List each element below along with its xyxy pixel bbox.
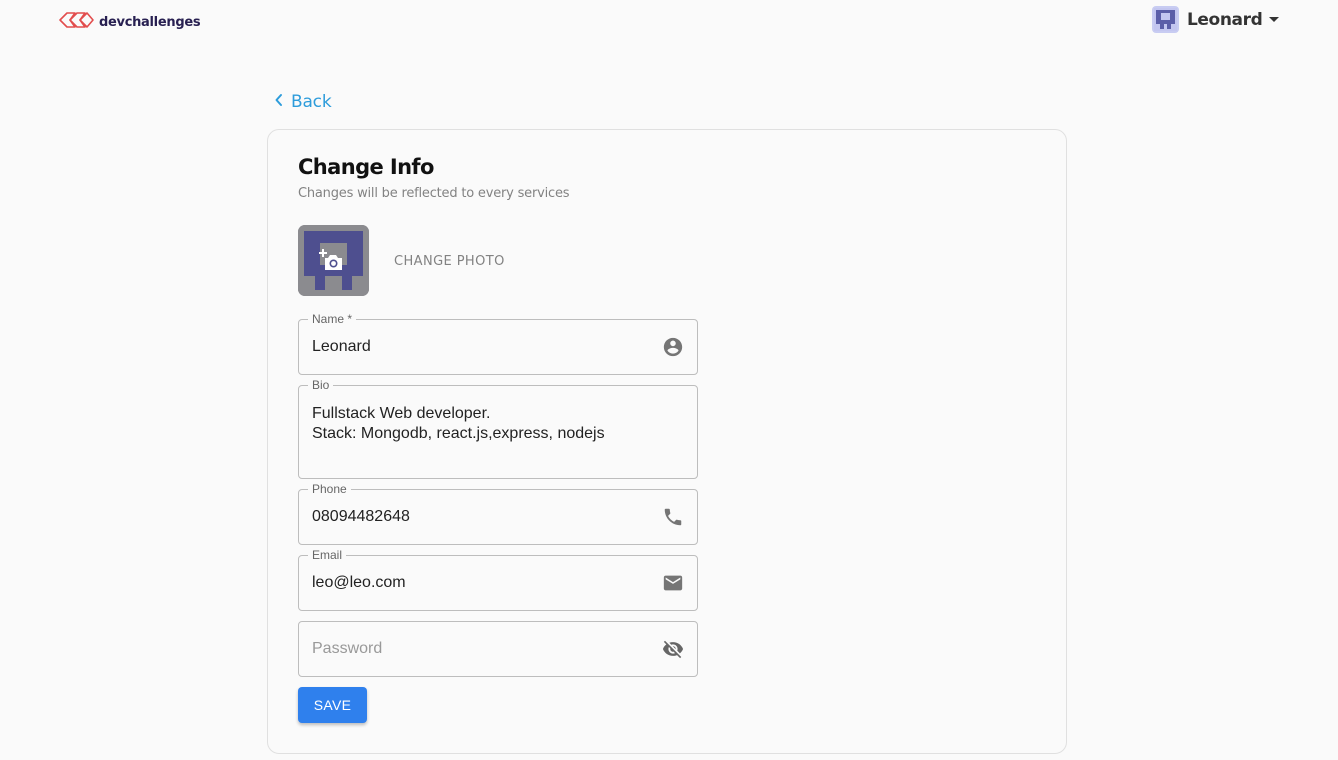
save-button[interactable]: SAVE [298, 687, 367, 723]
bio-label: Bio [308, 378, 334, 392]
devchallenges-logo-icon [58, 10, 96, 35]
top-bar: devchallenges Leonard [0, 0, 1338, 40]
bio-field[interactable]: Bio Fullstack Web developer. Stack: Mong… [298, 378, 698, 479]
profile-photo[interactable] [298, 225, 369, 296]
logo[interactable]: devchallenges [58, 10, 201, 35]
email-value[interactable]: leo@leo.com [312, 573, 406, 593]
bio-value[interactable]: Fullstack Web developer. Stack: Mongodb,… [312, 404, 605, 444]
change-info-card: Change Info Changes will be reflected to… [267, 129, 1067, 754]
phone-label: Phone [308, 482, 351, 496]
card-subtitle: Changes will be reflected to every servi… [298, 186, 570, 201]
user-menu[interactable]: Leonard [1152, 6, 1280, 33]
change-photo-button[interactable]: CHANGE PHOTO [394, 254, 505, 269]
phone-value[interactable]: 08094482648 [312, 507, 410, 527]
mail-icon [661, 571, 685, 595]
caret-down-icon [1269, 17, 1280, 22]
name-value[interactable]: Leonard [312, 337, 371, 357]
chevron-left-icon [274, 92, 284, 112]
card-title: Change Info [298, 155, 434, 179]
logo-text: devchallenges [99, 15, 201, 30]
visibility-off-icon[interactable] [661, 637, 685, 661]
account-circle-icon [661, 335, 685, 359]
avatar-icon [1152, 6, 1179, 33]
password-placeholder[interactable]: Password [312, 639, 382, 659]
phone-icon [661, 505, 685, 529]
back-link[interactable]: Back [274, 92, 332, 112]
password-field[interactable]: Password [298, 621, 698, 677]
phone-field[interactable]: Phone 08094482648 [298, 482, 698, 545]
name-label: Name * [308, 312, 357, 326]
email-label: Email [308, 548, 347, 562]
name-field[interactable]: Name * Leonard [298, 312, 698, 375]
email-field[interactable]: Email leo@leo.com [298, 548, 698, 611]
user-name: Leonard [1187, 9, 1263, 30]
add-photo-icon [319, 248, 345, 277]
back-label: Back [291, 92, 332, 112]
